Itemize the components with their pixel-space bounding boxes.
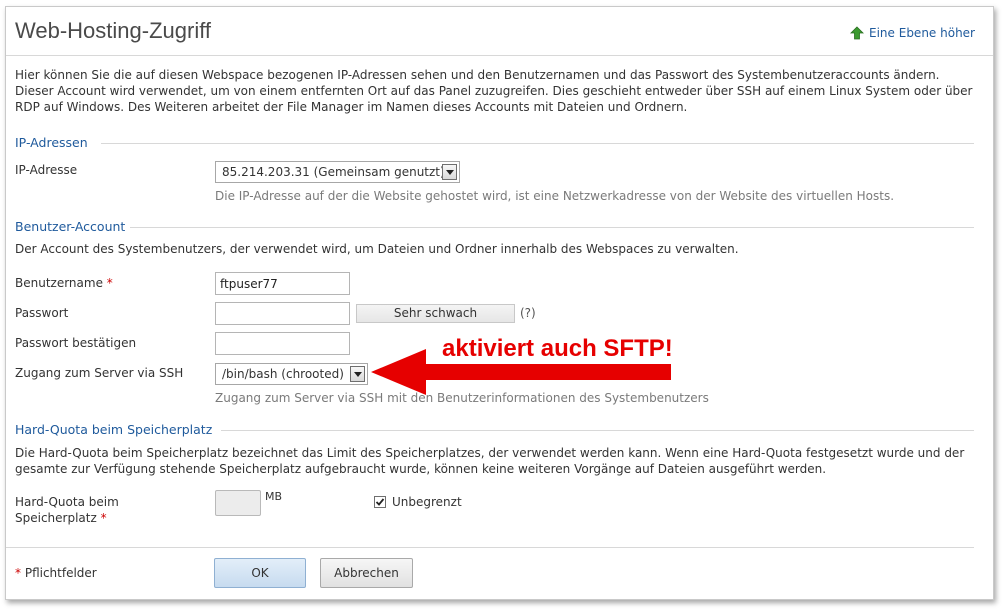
page-title: Web-Hosting-Zugriff: [15, 18, 212, 43]
quota-label-line1: Hard-Quota beim: [15, 495, 119, 509]
required-note: * Pflichtfelder: [15, 566, 97, 580]
ip-section-line: [101, 143, 974, 144]
username-label-text: Benutzername: [15, 276, 103, 290]
quota-section-line: [221, 430, 974, 431]
footer-required-asterisk: *: [15, 566, 21, 580]
ip-select[interactable]: 85.214.203.31 (Gemeinsam genutzt): [215, 161, 460, 183]
password-label: Passwort: [15, 306, 69, 320]
quota-input[interactable]: [215, 490, 261, 516]
ip-select-value: 85.214.203.31 (Gemeinsam genutzt): [222, 165, 445, 179]
account-section-line: [130, 227, 974, 228]
ip-dropdown-arrow-icon[interactable]: [442, 164, 457, 180]
ssh-shell-select[interactable]: /bin/bash (chrooted): [215, 363, 368, 385]
quota-section-title: Hard-Quota beim Speicherplatz: [15, 422, 213, 437]
ssh-dropdown-arrow-icon[interactable]: [350, 366, 365, 382]
ip-section-title: IP-Adressen: [15, 135, 88, 150]
footer-divider: [6, 547, 974, 548]
unlimited-checkbox[interactable]: [374, 496, 386, 508]
up-level-label: Eine Ebene höher: [869, 26, 975, 40]
up-level-link[interactable]: Eine Ebene höher: [850, 26, 975, 40]
password-strength-meter: Sehr schwach: [356, 304, 515, 323]
password-confirm-label: Passwort bestätigen: [15, 336, 137, 350]
quota-unit: MB: [265, 490, 283, 503]
quota-label: Hard-Quota beim Speicherplatz *: [15, 494, 119, 526]
account-description: Der Account des Systembenutzers, der ver…: [15, 242, 739, 256]
cancel-button[interactable]: Abbrechen: [320, 558, 413, 588]
quota-required-asterisk: *: [100, 511, 107, 525]
quota-description: Die Hard-Quota beim Speicherplatz bezeic…: [15, 446, 965, 476]
ssh-label: Zugang zum Server via SSH: [15, 366, 184, 380]
checkmark-icon: [375, 498, 385, 506]
password-help-link[interactable]: (?): [520, 306, 536, 320]
unlimited-option[interactable]: Unbegrenzt: [374, 495, 462, 509]
ok-button[interactable]: OK: [214, 558, 306, 588]
title-divider: [6, 55, 993, 56]
ip-label: IP-Adresse: [15, 163, 78, 177]
up-arrow-icon: [850, 26, 864, 40]
red-arrow-icon: [371, 349, 671, 395]
required-asterisk: *: [106, 276, 113, 290]
username-input[interactable]: [215, 272, 350, 295]
ssh-select-value: /bin/bash (chrooted): [222, 367, 344, 381]
unlimited-label: Unbegrenzt: [392, 495, 462, 509]
page-frame: Web-Hosting-Zugriff Eine Ebene höher Hie…: [5, 6, 994, 600]
account-section-title: Benutzer-Account: [15, 219, 126, 234]
intro-text: Hier können Sie die auf diesen Webspace …: [15, 68, 973, 114]
quota-label-line2: Speicherplatz: [15, 511, 97, 525]
username-label: Benutzername *: [15, 276, 113, 290]
ip-hint: Die IP-Adresse auf der die Website gehos…: [215, 189, 895, 203]
password-input[interactable]: [215, 302, 350, 325]
required-note-text: Pflichtfelder: [24, 566, 97, 580]
password-confirm-input[interactable]: [215, 332, 350, 355]
